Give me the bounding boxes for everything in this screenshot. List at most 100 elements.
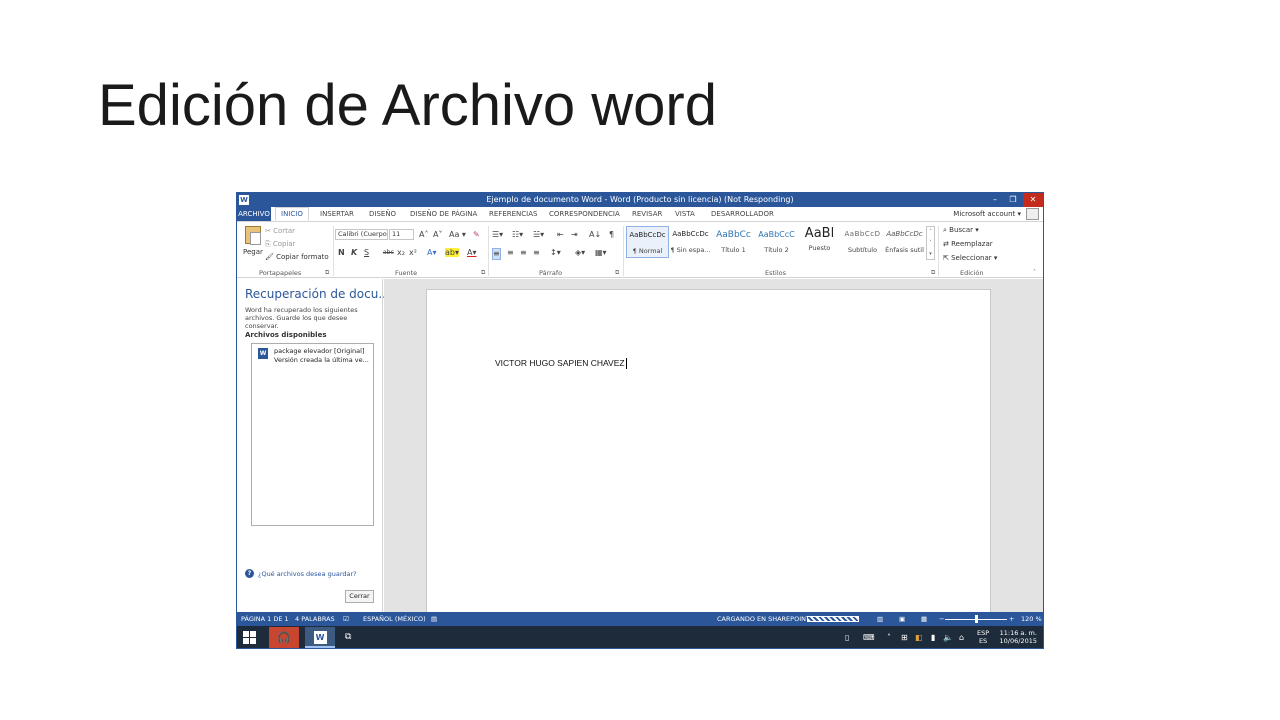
copy-button[interactable]: ⎘ Copiar (265, 240, 296, 249)
proofing-icon[interactable]: ☑ (343, 612, 349, 626)
line-spacing-icon[interactable]: ↕▾ (550, 248, 561, 258)
text-effects-icon[interactable]: A▾ (427, 248, 437, 258)
zoom-level[interactable]: 120 % (1021, 612, 1042, 626)
cut-button[interactable]: ✂ Cortar (265, 227, 295, 235)
find-button[interactable]: ⌕ Buscar ▾ (943, 226, 979, 235)
read-mode-icon[interactable]: ▥ (877, 612, 883, 626)
style-titulo-2[interactable]: AaBbCcC Título 2 (755, 226, 798, 258)
align-right-icon[interactable]: ≡ (520, 248, 527, 258)
style-titulo-1[interactable]: AaBbCc Título 1 (712, 226, 755, 258)
zoom-in-icon[interactable]: + (1009, 612, 1014, 626)
close-icon[interactable]: ✕ (1023, 193, 1043, 207)
close-pane-button[interactable]: Cerrar (345, 590, 374, 603)
recovered-file-name[interactable]: package elevador [Original] (274, 347, 365, 355)
help-icon[interactable]: ? (245, 569, 254, 578)
web-layout-icon[interactable]: ▦ (921, 612, 927, 626)
decrease-indent-icon[interactable]: ⇤ (557, 230, 564, 240)
borders-icon[interactable]: ▦▾ (595, 248, 607, 258)
file-explorer-icon[interactable]: ⧉ (345, 626, 351, 648)
style-normal[interactable]: AaBbCcDc ¶ Normal (626, 226, 669, 258)
align-left-icon[interactable]: ≡ (492, 248, 501, 260)
multilevel-list-icon[interactable]: ☱▾ (533, 230, 544, 240)
page-count[interactable]: PÁGINA 1 DE 1 (241, 612, 289, 626)
format-painter-button[interactable]: 🖌 Copiar formato (265, 253, 329, 261)
battery-icon[interactable]: ▮ (931, 626, 935, 648)
paste-button[interactable]: Pegar (243, 248, 263, 256)
bold-button[interactable]: N (338, 248, 345, 258)
language-status[interactable]: ESPAÑOL (MÉXICO) (363, 612, 426, 626)
font-color-icon[interactable]: A▾ (467, 248, 477, 258)
styles-gallery-scroll[interactable]: ˄ ˅ ▾ (926, 226, 935, 260)
show-desktop-bar[interactable]: ▯ (845, 626, 849, 648)
superscript-button[interactable]: x² (409, 248, 417, 258)
paste-icon[interactable] (245, 226, 261, 245)
word-taskbar-icon[interactable]: W (305, 627, 335, 648)
help-link[interactable]: ¿Qué archivos desea guardar? (258, 570, 357, 578)
print-layout-icon[interactable]: ▣ (899, 612, 905, 626)
tab-vista[interactable]: VISTA (675, 207, 695, 221)
select-button[interactable]: ⇱ Seleccionar ▾ (943, 254, 997, 262)
tab-referencias[interactable]: REFERENCIAS (489, 207, 537, 221)
clock[interactable]: 11:16 a. m. 10/06/2015 (1000, 629, 1037, 645)
tab-desarrollador[interactable]: DESARROLLADOR (711, 207, 774, 221)
paragraph-launcher-icon[interactable]: ⧉ (615, 269, 619, 277)
windows-start-icon[interactable] (243, 631, 257, 645)
available-files-list[interactable]: W package elevador [Original] Versión cr… (251, 343, 374, 526)
tab-correspondencia[interactable]: CORRESPONDENCIA (549, 207, 620, 221)
bullets-icon[interactable]: ☰▾ (492, 230, 503, 240)
tab-diseno-pagina[interactable]: DISEÑO DE PÁGINA (410, 207, 477, 221)
clear-format-icon[interactable]: ✎ (473, 230, 480, 240)
restore-icon[interactable]: ❐ (1005, 193, 1021, 207)
style-sin-espaciado[interactable]: AaBbCcDc ¶ Sin espa... (669, 226, 712, 258)
slide-title: Edición de Archivo word (98, 73, 717, 138)
windows-flag-icon[interactable]: ⊞ (901, 626, 908, 648)
replace-button[interactable]: ⇄ Reemplazar (943, 240, 993, 248)
underline-button[interactable]: S (364, 248, 369, 258)
style-puesto[interactable]: AaBl Puesto (798, 226, 841, 258)
tab-revisar[interactable]: REVISAR (632, 207, 662, 221)
document-area[interactable]: VICTOR HUGO SAPIEN CHAVEZ (384, 279, 1043, 619)
sort-icon[interactable]: A↓ (589, 230, 601, 240)
document-text[interactable]: VICTOR HUGO SAPIEN CHAVEZ (495, 358, 627, 370)
tab-archivo[interactable]: ARCHIVO (237, 207, 271, 221)
highlight-icon[interactable]: ab▾ (445, 248, 459, 257)
strikethrough-button[interactable]: abc (383, 248, 394, 258)
align-center-icon[interactable]: ≡ (507, 248, 514, 258)
zoom-out-icon[interactable]: − (939, 612, 944, 626)
macro-icon[interactable]: ▤ (431, 612, 437, 626)
show-hidden-icons[interactable]: ˄ (887, 626, 891, 648)
document-page[interactable]: VICTOR HUGO SAPIEN CHAVEZ (426, 289, 991, 619)
tab-insertar[interactable]: INSERTAR (320, 207, 354, 221)
headphones-app-icon[interactable]: 🎧 (269, 627, 299, 648)
keyboard-icon[interactable]: ⌨ (863, 626, 875, 648)
account-menu[interactable]: Microsoft account ▾ (953, 207, 1021, 221)
minimize-icon[interactable]: – (987, 193, 1003, 207)
subscript-button[interactable]: x₂ (397, 248, 405, 258)
word-count[interactable]: 4 PALABRAS (295, 612, 335, 626)
style-enfasis-sutil[interactable]: AaBbCcDc Énfasis sutil (883, 226, 926, 258)
justify-icon[interactable]: ≡ (533, 248, 540, 258)
font-size-combo[interactable]: 11 (389, 229, 414, 240)
zoom-slider-thumb[interactable] (975, 615, 978, 623)
shading-icon[interactable]: ◈▾ (575, 248, 585, 258)
font-name-combo[interactable]: Calibri (Cuerpo (335, 229, 388, 240)
style-subtitulo[interactable]: AaBbCcD Subtítulo (841, 226, 884, 258)
volume-icon[interactable]: 🔈 (943, 626, 953, 648)
input-language[interactable]: ESP ES (977, 629, 989, 645)
font-launcher-icon[interactable]: ⧉ (481, 269, 485, 277)
numbering-icon[interactable]: ☷▾ (512, 230, 523, 240)
collapse-ribbon-icon[interactable]: ˄ (1033, 269, 1036, 276)
security-icon[interactable]: ◧ (915, 626, 923, 648)
grow-font-icon[interactable]: A˄ (419, 230, 428, 240)
increase-indent-icon[interactable]: ⇥ (571, 230, 578, 240)
tab-diseno[interactable]: DISEÑO (369, 207, 396, 221)
italic-button[interactable]: K (351, 248, 357, 258)
pilcrow-icon[interactable]: ¶ (609, 230, 614, 240)
network-icon[interactable]: ⌂ (959, 626, 964, 648)
change-case-button[interactable]: Aa ▾ (449, 230, 466, 240)
shrink-font-icon[interactable]: A˅ (433, 230, 442, 240)
tab-inicio[interactable]: INICIO (275, 207, 309, 221)
clipboard-launcher-icon[interactable]: ⧉ (325, 269, 329, 277)
styles-launcher-icon[interactable]: ⧉ (931, 269, 935, 277)
avatar[interactable] (1026, 208, 1039, 220)
